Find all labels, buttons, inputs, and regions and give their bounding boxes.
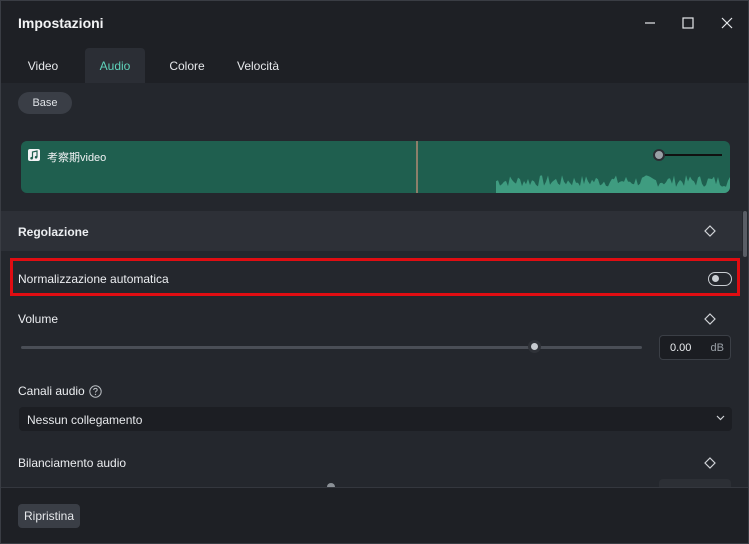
volume-slider-knob[interactable] <box>528 340 541 353</box>
subtab-base[interactable]: Base <box>18 92 72 114</box>
clip-volume-knob[interactable] <box>653 149 665 161</box>
maximize-icon <box>682 17 694 29</box>
title-bar: Impostazioni <box>1 1 748 45</box>
scrollbar-thumb[interactable] <box>743 211 747 257</box>
close-icon <box>721 17 733 29</box>
tab-audio[interactable]: Audio <box>85 48 145 83</box>
audio-track-clip[interactable]: 考察期video <box>21 141 730 193</box>
music-note-icon <box>28 149 40 161</box>
tab-velocita[interactable]: Velocità <box>227 48 289 83</box>
track-name: 考察期video <box>47 152 107 164</box>
settings-content: Base 考察期video Regolazione Normalizzazion… <box>1 83 748 487</box>
clip-volume-slider[interactable] <box>658 154 722 156</box>
window-title: Impostazioni <box>18 15 104 31</box>
tab-video[interactable]: Video <box>13 48 73 83</box>
minimize-button[interactable] <box>638 11 662 35</box>
keyframe-diamond-icon[interactable] <box>704 225 716 237</box>
audio-channels-label: Canali audio <box>18 384 85 398</box>
balance-keyframe-diamond-icon[interactable] <box>704 457 716 469</box>
audio-channels-value: Nessun collegamento <box>27 413 143 427</box>
reset-button[interactable]: Ripristina <box>18 504 80 528</box>
volume-slider-track[interactable] <box>21 346 642 349</box>
settings-window: Impostazioni Video Audio Colore Velocità… <box>0 0 749 544</box>
help-icon[interactable] <box>89 385 102 398</box>
audio-balance-label: Bilanciamento audio <box>18 456 127 470</box>
waveform <box>496 175 730 193</box>
section-header-regolazione[interactable]: Regolazione <box>1 211 742 251</box>
tab-colore[interactable]: Colore <box>157 48 217 83</box>
highlight-box <box>10 258 740 296</box>
maximize-button[interactable] <box>676 11 700 35</box>
minimize-icon <box>645 22 655 24</box>
section-title: Regolazione <box>18 225 89 239</box>
close-button[interactable] <box>715 11 739 35</box>
volume-keyframe-diamond-icon[interactable] <box>704 313 716 325</box>
volume-value: 0.00 <box>670 342 692 354</box>
volume-input[interactable]: 0.00 dB <box>659 335 731 360</box>
playhead[interactable] <box>416 141 418 193</box>
audio-channels-select[interactable]: Nessun collegamento <box>19 407 732 431</box>
tab-bar: Video Audio Colore Velocità <box>1 45 748 83</box>
volume-label: Volume <box>18 312 59 326</box>
footer: Ripristina <box>1 487 748 543</box>
chevron-down-icon <box>716 415 725 421</box>
balance-input[interactable] <box>659 479 731 487</box>
volume-unit: dB <box>710 342 724 354</box>
